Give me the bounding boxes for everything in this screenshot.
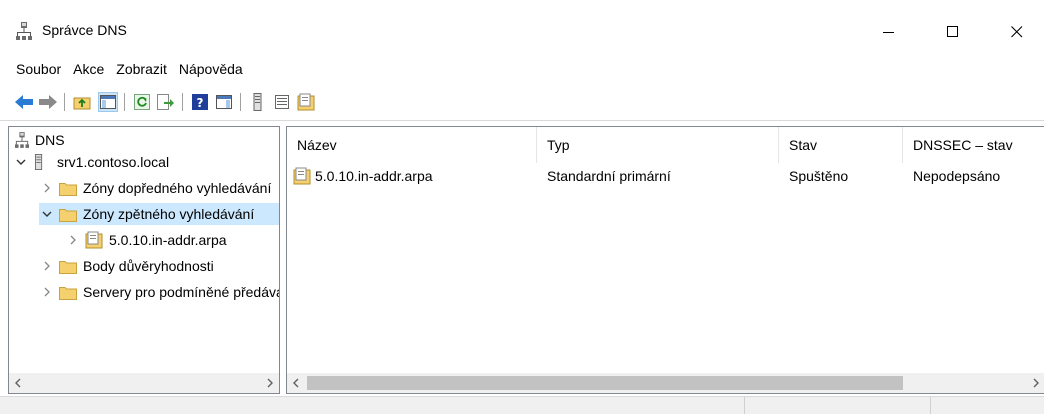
tree-item-reverse-zone-5-0-10[interactable]: 5.0.10.in-addr.arpa xyxy=(65,229,227,251)
row-dnssec: Nepodepsáno xyxy=(913,168,1001,184)
column-header-name[interactable]: Název xyxy=(287,127,537,163)
scroll-right-icon[interactable] xyxy=(1027,373,1044,393)
scroll-left-icon[interactable] xyxy=(287,373,305,393)
chevron-down-icon[interactable] xyxy=(39,206,55,222)
chevron-down-icon[interactable] xyxy=(13,154,29,170)
maximize-button[interactable] xyxy=(930,12,976,52)
svg-text:?: ? xyxy=(197,96,204,110)
dns-root-icon xyxy=(15,132,29,148)
forward-button[interactable] xyxy=(38,92,58,112)
maximize-icon xyxy=(947,26,958,37)
scroll-left-icon[interactable] xyxy=(9,373,27,393)
server-icon xyxy=(253,93,262,111)
minimize-icon xyxy=(883,32,894,33)
column-header-dnssec[interactable]: DNSSEC – stav xyxy=(903,127,1044,163)
tree-item-forward-zones[interactable]: Zóny dopředného vyhledávání xyxy=(39,177,271,199)
tree-item-label: DNS xyxy=(35,132,65,148)
row-status: Spuštěno xyxy=(789,168,849,184)
toolbar-separator xyxy=(240,93,241,111)
menu-view[interactable]: Zobrazit xyxy=(110,58,173,80)
tree-item-label: Zóny zpětného vyhledávání xyxy=(83,206,255,222)
status-segment xyxy=(930,397,1044,414)
refresh-icon xyxy=(134,94,150,110)
menu-help[interactable]: Nápověda xyxy=(173,58,249,80)
tree-item-reverse-zones[interactable]: Zóny zpětného vyhledávání xyxy=(39,203,279,225)
close-button[interactable] xyxy=(994,12,1040,52)
folder-icon xyxy=(59,284,77,300)
menu-file[interactable]: Soubor xyxy=(10,58,67,80)
close-icon xyxy=(1011,26,1023,38)
tree-item-label: 5.0.10.in-addr.arpa xyxy=(109,232,227,248)
server-icon xyxy=(33,154,51,170)
chevron-right-icon[interactable] xyxy=(39,258,55,274)
tree-item-label: srv1.contoso.local xyxy=(57,154,170,170)
help-icon: ? xyxy=(192,94,208,110)
tree-item-label: Zóny dopředného vyhledávání xyxy=(83,180,272,196)
list-view-button[interactable] xyxy=(272,92,292,112)
export-list-button[interactable] xyxy=(156,92,176,112)
folder-icon xyxy=(59,180,77,196)
status-segment xyxy=(744,397,930,414)
title-bar: Správce DNS xyxy=(0,0,1044,52)
toolbar-separator xyxy=(124,93,125,111)
tree-horizontal-scrollbar[interactable] xyxy=(9,373,279,393)
scroll-right-icon[interactable] xyxy=(261,373,279,393)
folder-icon xyxy=(59,258,77,274)
row-name: 5.0.10.in-addr.arpa xyxy=(315,168,433,184)
server-button[interactable] xyxy=(248,92,268,112)
column-header-type[interactable]: Typ xyxy=(537,127,779,163)
tree-item-trust-points[interactable]: Body důvěryhodnosti xyxy=(39,255,214,277)
show-hide-action-pane-button[interactable] xyxy=(214,92,234,112)
zone-properties-button[interactable] xyxy=(296,92,316,112)
scroll-thumb[interactable] xyxy=(307,376,903,390)
chevron-right-icon[interactable] xyxy=(39,180,55,196)
toolbar-separator xyxy=(64,93,65,111)
tree-item-dns-root[interactable]: DNS xyxy=(15,129,65,151)
refresh-button[interactable] xyxy=(132,92,152,112)
list-view-icon xyxy=(275,95,289,109)
list-row[interactable]: 5.0.10.in-addr.arpa Standardní primární … xyxy=(287,165,1044,187)
minimize-button[interactable] xyxy=(866,12,912,52)
back-arrow-icon xyxy=(15,95,33,109)
zone-document-icon xyxy=(85,231,103,249)
results-list[interactable]: Název Typ Stav DNSSEC – stav 5.0.10.in-a… xyxy=(286,126,1044,394)
back-button[interactable] xyxy=(14,92,34,112)
column-header-status[interactable]: Stav xyxy=(779,127,903,163)
menu-action[interactable]: Akce xyxy=(67,58,110,80)
tree-item-label: Body důvěryhodnosti xyxy=(83,258,214,274)
tree-item-server[interactable]: srv1.contoso.local xyxy=(13,151,169,173)
toolbar-divider xyxy=(0,120,1044,121)
forward-arrow-icon xyxy=(39,95,57,109)
dns-app-icon xyxy=(16,22,32,40)
chevron-right-icon[interactable] xyxy=(39,284,55,300)
status-bar xyxy=(0,396,1044,414)
help-button[interactable]: ? xyxy=(190,92,210,112)
toolbar: ? xyxy=(0,90,1044,116)
tree-item-conditional-forwarders[interactable]: Servery pro podmíněné předávání xyxy=(39,281,280,303)
console-tree[interactable]: DNS srv1.contoso.local Zóny dopředného v… xyxy=(8,126,280,394)
folder-up-icon xyxy=(73,97,91,110)
zone-document-icon xyxy=(293,167,311,191)
action-pane-icon xyxy=(216,95,232,109)
zone-document-icon xyxy=(297,93,315,111)
tree-item-label: Servery pro podmíněné předávání xyxy=(83,284,280,300)
menu-bar: Soubor Akce Zobrazit Nápověda xyxy=(0,58,249,80)
export-list-icon xyxy=(157,94,174,110)
row-type: Standardní primární xyxy=(547,168,671,184)
toolbar-separator xyxy=(182,93,183,111)
folder-icon xyxy=(59,206,77,222)
console-tree-icon xyxy=(100,95,116,109)
chevron-right-icon[interactable] xyxy=(65,232,81,248)
window-title: Správce DNS xyxy=(42,22,127,38)
up-level-button[interactable] xyxy=(72,92,92,112)
list-horizontal-scrollbar[interactable] xyxy=(287,373,1044,393)
show-hide-console-tree-button[interactable] xyxy=(98,92,118,112)
